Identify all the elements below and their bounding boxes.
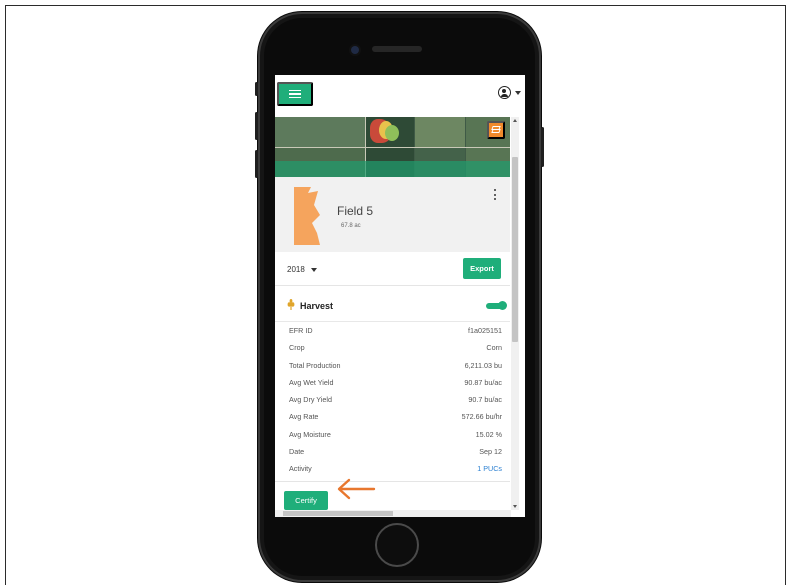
detail-value: 572.66 bu/hr: [461, 412, 502, 422]
earpiece-speaker: [372, 46, 422, 52]
year-select[interactable]: 2018: [287, 265, 317, 274]
harvest-title: Harvest: [300, 301, 334, 311]
vertical-scrollbar[interactable]: [511, 117, 519, 510]
detail-value: 90.87 bu/ac: [464, 377, 502, 387]
detail-value: 90.7 bu/ac: [468, 395, 502, 405]
detail-row: Avg Wet Yield 90.87 bu/ac: [275, 374, 510, 391]
app-header: [275, 75, 525, 117]
detail-value: Sep 12: [479, 447, 502, 457]
detail-label: Avg Moisture: [289, 429, 331, 439]
field-summary-card: Field 5 67.8 ac: [275, 177, 510, 252]
detail-row: Avg Moisture 15.02 %: [275, 426, 510, 443]
front-camera: [351, 46, 359, 54]
detail-row: Date Sep 12: [275, 443, 510, 460]
field-shape-icon: [294, 187, 320, 245]
field-map[interactable]: [275, 117, 510, 177]
export-button[interactable]: Export: [463, 258, 501, 279]
caret-down-icon: [515, 90, 521, 95]
more-vertical-icon[interactable]: [493, 189, 497, 201]
year-value: 2018: [287, 265, 305, 274]
detail-value: 15.02 %: [475, 429, 502, 439]
detail-row: Avg Rate 572.66 bu/hr: [275, 408, 510, 425]
harvest-toggle[interactable]: [486, 301, 507, 310]
detail-value: f1a025151: [468, 326, 502, 335]
season-toolbar: 2018 Export: [275, 252, 510, 286]
map-layers-button[interactable]: [487, 121, 505, 139]
wheat-icon: [287, 299, 295, 310]
phone-device: Field 5 67.8 ac 2018 Export Harvest EFR …: [255, 12, 544, 582]
user-circle-icon: [498, 86, 511, 99]
field-area: 67.8 ac: [341, 223, 361, 229]
scroll-up-arrow-icon: [513, 119, 517, 122]
detail-row: EFR ID f1a025151: [275, 322, 510, 339]
scroll-down-arrow-icon: [513, 505, 517, 508]
annotation-arrow-icon: [337, 478, 376, 500]
certify-button[interactable]: Certify: [284, 491, 328, 510]
detail-label: Avg Rate: [289, 412, 319, 422]
detail-value: Corn: [486, 343, 502, 353]
detail-row: Activity 1 PUCs: [275, 460, 510, 477]
horizontal-scrollbar[interactable]: [275, 510, 511, 517]
detail-row: Crop Corn: [275, 339, 510, 356]
field-name: Field 5: [337, 204, 374, 218]
detail-row: Avg Dry Yield 90.7 bu/ac: [275, 391, 510, 408]
detail-row: Total Production 6,211.03 bu: [275, 357, 510, 374]
volume-down-button: [255, 150, 258, 178]
layers-icon: [491, 126, 501, 134]
app-screen: Field 5 67.8 ac 2018 Export Harvest EFR …: [275, 75, 525, 517]
detail-label: Date: [289, 447, 305, 457]
detail-value: 6,211.03 bu: [464, 360, 502, 370]
detail-label: Avg Dry Yield: [289, 395, 333, 405]
power-button: [541, 127, 544, 167]
detail-label: Total Production: [289, 360, 341, 370]
harvest-details: EFR ID f1a025151 Crop Corn Total Productio…: [275, 322, 510, 478]
menu-button[interactable]: [277, 82, 313, 106]
detail-label: Activity: [289, 464, 312, 474]
detail-label: EFR ID: [289, 326, 313, 335]
home-button: [375, 523, 419, 567]
caret-down-icon: [310, 267, 317, 272]
section-divider: [275, 481, 510, 482]
detail-label: Crop: [289, 343, 305, 353]
mute-switch: [255, 82, 258, 96]
activity-link[interactable]: 1 PUCs: [477, 464, 502, 473]
account-menu[interactable]: [498, 86, 521, 99]
harvest-section-header: Harvest: [275, 286, 510, 322]
menu-icon: [289, 89, 301, 99]
volume-up-button: [255, 112, 258, 140]
detail-label: Avg Wet Yield: [289, 377, 334, 387]
vertical-scroll-thumb[interactable]: [512, 157, 518, 342]
horizontal-scroll-thumb[interactable]: [283, 511, 393, 516]
